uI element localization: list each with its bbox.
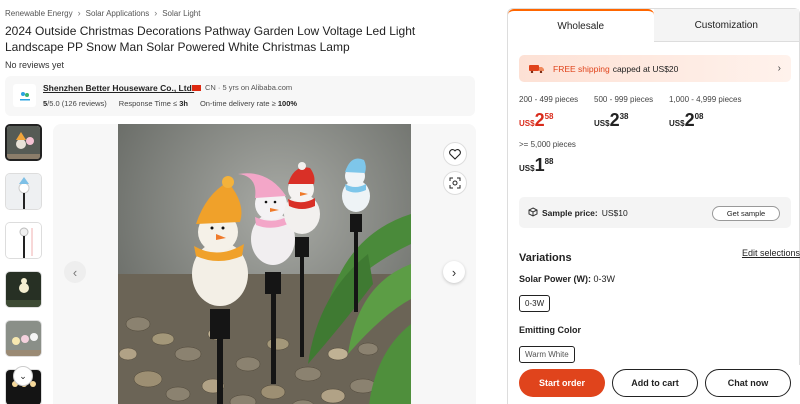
main-image-area: ‹ › (53, 124, 476, 404)
supplier-rating[interactable]: 5/5.0 (126 reviews) (43, 99, 107, 108)
favorite-button[interactable] (443, 142, 467, 166)
start-order-button[interactable]: Start order (519, 369, 605, 397)
emitting-color-label: Emitting Color (519, 325, 581, 335)
image-search-button[interactable] (443, 171, 467, 195)
tier-price: US$258 (519, 110, 554, 130)
shipping-banner[interactable]: FREE shipping capped at US$20 › (519, 55, 791, 82)
price-tier: 1,000 - 4,999 pieces US$208 (669, 95, 742, 130)
tier-price: US$208 (669, 110, 704, 130)
main-product-photo[interactable] (118, 124, 411, 404)
price-tier: 200 - 499 pieces US$258 (519, 95, 579, 130)
option-chip-color[interactable]: Warm White (519, 346, 575, 363)
ontime-delivery: On-time delivery rate ≥ 100% (199, 99, 298, 108)
box-icon (528, 206, 538, 219)
chevron-down-icon[interactable]: ⌄ (13, 366, 33, 386)
variations-header: Variations Edit selections (519, 248, 800, 266)
panel-tabs: Wholesale Customization (508, 9, 799, 42)
thumbnail-2[interactable] (5, 173, 42, 210)
shipping-cap-text: capped at US$20 (612, 63, 679, 74)
thumbnail-list: ⌄ (5, 124, 43, 404)
edit-selections-link[interactable]: Edit selections (742, 248, 800, 258)
get-sample-button[interactable]: Get sample (712, 206, 780, 221)
chevron-right-icon: › (77, 8, 81, 18)
breadcrumb-item[interactable]: Solar Applications (86, 9, 150, 18)
breadcrumb-item[interactable]: Renewable Energy (5, 9, 73, 18)
supplier-card: Shenzhen Better Houseware Co., Ltd. CN ·… (5, 76, 475, 116)
purchase-panel: Wholesale Customization FREE shipping ca… (507, 8, 800, 404)
breadcrumb-item[interactable]: Solar Light (162, 9, 200, 18)
sample-price-label: Sample price: (542, 207, 598, 218)
option-chip-solar[interactable]: 0-3W (519, 295, 551, 312)
sample-price-bar: Sample price: US$10 Get sample (519, 197, 791, 228)
next-image-button[interactable]: › (443, 261, 465, 283)
tab-wholesale[interactable]: Wholesale (508, 9, 654, 42)
add-to-cart-button[interactable]: Add to cart (612, 369, 698, 397)
product-title: 2024 Outside Christmas Decorations Pathw… (5, 24, 416, 54)
price-tier: 500 - 999 pieces US$238 (594, 95, 654, 130)
chevron-right-icon: › (154, 8, 158, 18)
chat-now-button[interactable]: Chat now (705, 369, 791, 397)
breadcrumb: Renewable Energy › Solar Applications › … (5, 8, 200, 18)
heart-icon (449, 148, 461, 160)
thumbnail-3[interactable] (5, 222, 42, 259)
sample-price-value: US$10 (601, 207, 628, 218)
supplier-meta: CN · 5 yrs on Alibaba.com (205, 83, 293, 92)
thumbnail-5[interactable] (5, 320, 42, 357)
supplier-logo (13, 84, 36, 107)
chevron-right-icon: › (777, 63, 781, 74)
tier-price: US$188 (519, 155, 554, 175)
response-time: Response Time ≤ 3h (118, 99, 188, 108)
thumbnail-4[interactable] (5, 271, 42, 308)
thumbnail-1[interactable] (5, 124, 42, 161)
image-search-icon (449, 177, 461, 189)
supplier-stats: 5/5.0 (126 reviews) Response Time ≤ 3h O… (43, 99, 297, 108)
variations-heading: Variations (519, 252, 572, 264)
free-shipping-label: FREE shipping (553, 63, 610, 74)
price-tier: >= 5,000 pieces US$188 (519, 140, 576, 175)
solar-power-label: Solar Power (W): 0-3W (519, 274, 616, 284)
tab-customization[interactable]: Customization (653, 9, 799, 42)
tier-price: US$238 (594, 110, 629, 130)
truck-icon (529, 63, 545, 75)
china-flag-icon (192, 85, 201, 91)
previous-image-button[interactable]: ‹ (64, 261, 86, 283)
action-bar: Start order Add to cart Chat now (508, 365, 800, 404)
supplier-name-link[interactable]: Shenzhen Better Houseware Co., Ltd. (43, 83, 194, 93)
reviews-text: No reviews yet (5, 60, 65, 70)
